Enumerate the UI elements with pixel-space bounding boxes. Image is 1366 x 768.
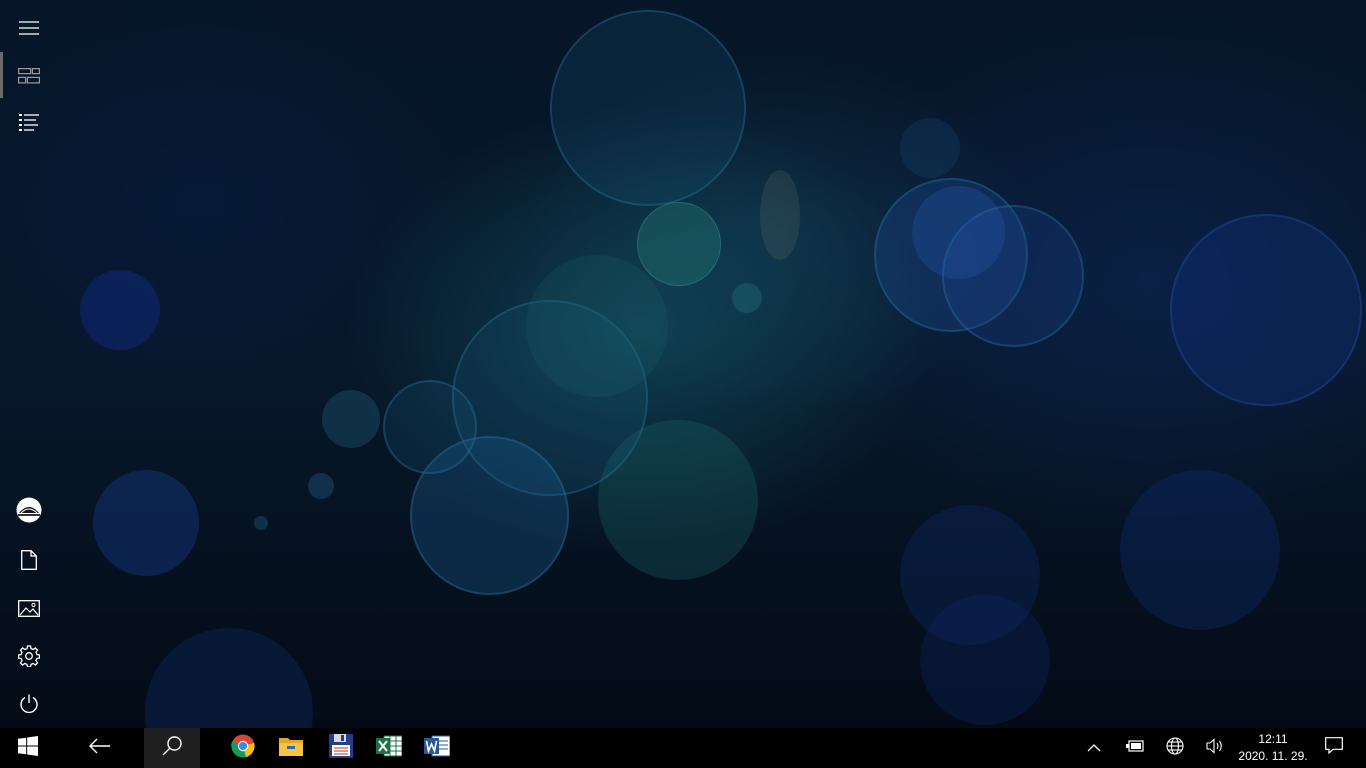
- folder-icon: [279, 735, 303, 762]
- wallpaper-bokeh: [383, 380, 477, 474]
- power-button[interactable]: [0, 680, 58, 728]
- chevron-up-icon: [1087, 739, 1101, 757]
- wallpaper-bokeh: [526, 255, 668, 397]
- taskbar-app-file-explorer[interactable]: [268, 728, 314, 768]
- floppy-icon: [329, 733, 353, 763]
- picture-icon: [18, 599, 40, 617]
- start-button[interactable]: [0, 728, 56, 768]
- documents-button[interactable]: [0, 536, 58, 584]
- back-arrow-icon: [89, 738, 111, 759]
- wallpaper-bokeh: [308, 473, 334, 499]
- search-icon: [162, 735, 182, 761]
- volume-button[interactable]: [1196, 728, 1234, 768]
- wallpaper-bokeh: [598, 420, 758, 580]
- wallpaper-bokeh: [920, 595, 1050, 725]
- document-icon: [21, 550, 37, 570]
- avatar-icon: [16, 497, 42, 523]
- battery-button[interactable]: [1116, 728, 1154, 768]
- taskbar: 12:11 2020. 11. 29.: [0, 728, 1366, 768]
- power-icon: [19, 694, 39, 714]
- user-account-button[interactable]: [0, 486, 58, 534]
- wallpaper-bokeh: [550, 10, 746, 206]
- battery-icon: [1126, 739, 1144, 758]
- clock-time: 12:11: [1258, 732, 1288, 746]
- wallpaper-bokeh: [1120, 470, 1280, 630]
- wallpaper-bokeh: [254, 516, 268, 530]
- search-button[interactable]: [144, 728, 200, 768]
- network-button[interactable]: [1156, 728, 1194, 768]
- desktop-wallpaper: [0, 0, 1366, 728]
- all-apps-list-button[interactable]: [0, 99, 58, 147]
- wallpaper-bokeh: [80, 270, 160, 350]
- show-hidden-icons-button[interactable]: [1076, 728, 1112, 768]
- chrome-icon: [231, 734, 255, 763]
- taskbar-app-chrome[interactable]: [220, 728, 266, 768]
- wallpaper-bokeh: [912, 186, 1005, 279]
- word-icon: [424, 734, 451, 763]
- list-icon: [19, 114, 39, 132]
- system-clock[interactable]: 12:11 2020. 11. 29.: [1236, 728, 1310, 768]
- pictures-button[interactable]: [0, 584, 58, 632]
- globe-icon: [1166, 736, 1184, 760]
- taskbar-app-excel[interactable]: [366, 728, 412, 768]
- action-center-button[interactable]: [1314, 728, 1354, 768]
- tiles-icon: [18, 68, 40, 84]
- wallpaper-bokeh: [760, 170, 800, 260]
- wallpaper-bokeh: [637, 202, 721, 286]
- hamburger-icon: [19, 21, 39, 35]
- start-rail: [0, 0, 58, 728]
- hamburger-menu-button[interactable]: [0, 4, 58, 52]
- settings-button[interactable]: [0, 632, 58, 680]
- taskbar-app-word[interactable]: [414, 728, 460, 768]
- gear-icon: [18, 645, 40, 667]
- wallpaper-bokeh: [732, 283, 762, 313]
- clock-date: 2020. 11. 29.: [1238, 749, 1308, 763]
- tiles-view-button[interactable]: [0, 52, 58, 100]
- wallpaper-bokeh: [145, 628, 313, 728]
- back-button[interactable]: [76, 728, 124, 768]
- speaker-icon: [1206, 737, 1224, 759]
- taskbar-app-save[interactable]: [318, 728, 364, 768]
- notification-icon: [1325, 737, 1343, 759]
- windows-logo-icon: [18, 735, 38, 761]
- wallpaper-bokeh: [322, 390, 380, 448]
- wallpaper-bokeh: [900, 118, 960, 178]
- excel-icon: [376, 734, 403, 763]
- wallpaper-bokeh: [93, 470, 199, 576]
- wallpaper-bokeh: [1170, 214, 1362, 406]
